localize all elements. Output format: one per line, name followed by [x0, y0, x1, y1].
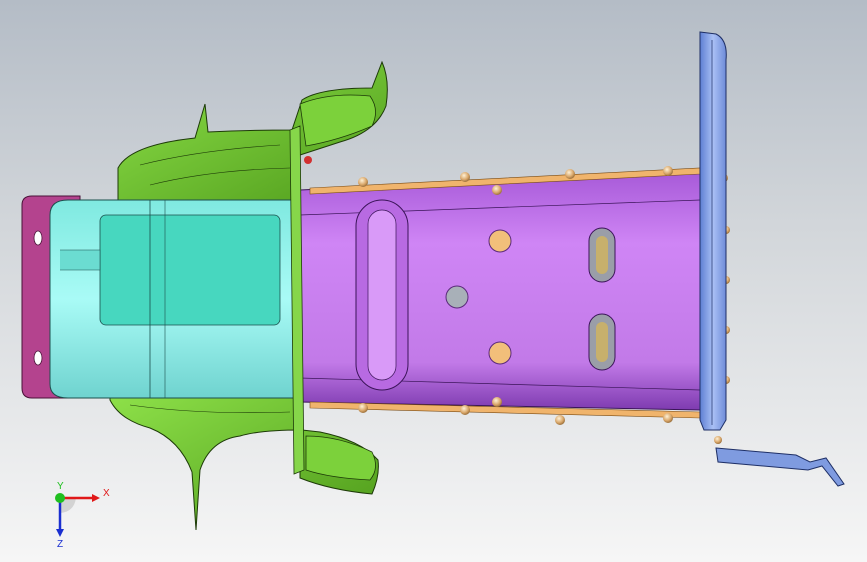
cad-model-scene[interactable] [0, 0, 867, 562]
cap-hole-top [33, 230, 43, 246]
mounting-plate[interactable] [699, 31, 845, 487]
y-axis-dot [55, 493, 65, 503]
upper-green-bracket[interactable] [117, 60, 388, 206]
lower-green-bracket[interactable] [109, 389, 379, 531]
main-rail[interactable] [299, 167, 721, 419]
rail-hole-upper [488, 229, 512, 253]
cap-hole-bottom [33, 350, 43, 366]
y-axis-label: Y [57, 481, 64, 492]
coordinate-triad: X Y Z [40, 478, 120, 550]
rail-hole-middle [445, 285, 469, 309]
z-axis-label: Z [57, 539, 63, 548]
x-axis-label: X [103, 488, 110, 499]
rail-hole-lower [488, 341, 512, 365]
inner-box[interactable] [49, 199, 299, 399]
mounting-plate-tab[interactable] [715, 447, 845, 487]
3d-viewport[interactable]: X Y Z [0, 0, 867, 562]
